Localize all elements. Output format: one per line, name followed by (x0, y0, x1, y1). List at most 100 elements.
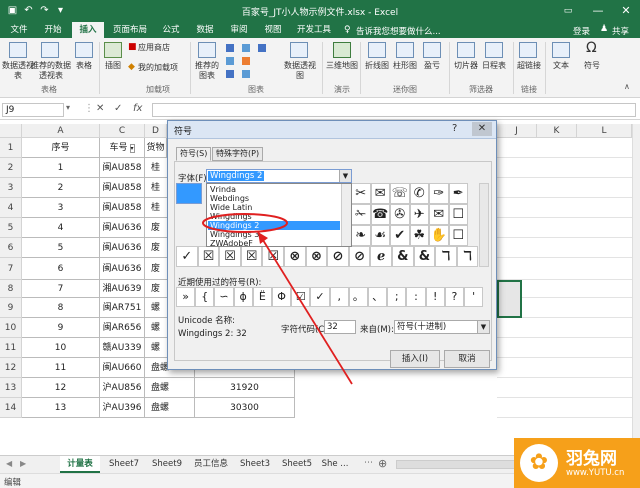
close-button[interactable]: ✕ (612, 2, 640, 20)
cell-plate[interactable]: 闽AU858 (100, 178, 145, 198)
sheet-tab[interactable]: 员工信息 (190, 456, 232, 473)
symbol-cell[interactable]: ☘ (409, 225, 429, 246)
symbol-cell[interactable]: ⊘ (327, 246, 349, 267)
symbol-cell[interactable]: ℯ (370, 246, 392, 267)
recent-symbol-cell[interactable]: Φ (272, 287, 292, 307)
tab-home[interactable]: 开始 (38, 22, 68, 38)
symbol-grid-scrollbar[interactable] (479, 183, 489, 267)
symbol-cell[interactable]: ☐ (448, 204, 468, 225)
cell-plate[interactable]: 闽AU636 (100, 218, 145, 238)
share-button[interactable]: 共享 (612, 25, 629, 37)
symbol-cell[interactable]: ✒ (448, 183, 468, 204)
recent-symbol-cell[interactable]: Ë (252, 287, 272, 307)
header-cell-plate[interactable]: 车号 ▾ (100, 138, 145, 158)
cell-index[interactable]: 9 (22, 318, 100, 338)
waterfall-chart-icon[interactable] (258, 44, 266, 52)
add-sheet-icon[interactable]: ⊕ (378, 457, 387, 470)
cell-index[interactable]: 7 (22, 280, 100, 298)
row-header[interactable]: 2 (0, 158, 22, 178)
hyperlink-button[interactable]: 超链接 (514, 61, 544, 71)
cell-value[interactable]: 31920 (195, 378, 295, 398)
symbol-cell[interactable]: ☏ (390, 183, 410, 204)
vertical-scrollbar[interactable] (632, 124, 640, 454)
recent-symbol-cell[interactable]: ∽ (214, 287, 234, 307)
cell-plate[interactable]: 沪AU396 (100, 398, 145, 418)
cell-plate[interactable]: 湘AU639 (100, 280, 145, 298)
sheet-tab[interactable]: 计量表 (60, 456, 100, 473)
collapse-ribbon-icon[interactable]: ∧ (624, 82, 630, 91)
name-box[interactable]: J9 (2, 103, 64, 117)
cell-plate[interactable]: 闽AU636 (100, 258, 145, 280)
header-cell-index[interactable]: 序号 (22, 138, 100, 158)
sheet-tab[interactable]: She ... (320, 456, 350, 473)
font-list-item[interactable]: Wingdings 2 (208, 221, 340, 230)
row-header[interactable]: 12 (0, 358, 22, 378)
symbol-cell[interactable]: ☒ (197, 246, 220, 267)
symbol-cell[interactable]: ✈ (409, 204, 429, 225)
tab-page-layout[interactable]: 页面布局 (108, 22, 152, 38)
column-header-d[interactable]: D (145, 124, 167, 138)
cancel-entry-icon[interactable]: ✕ (96, 103, 104, 114)
cell-index[interactable]: 3 (22, 198, 100, 218)
map3d-button[interactable]: 三维地图 (326, 61, 358, 71)
symbol-cell[interactable]: ✑ (429, 183, 449, 204)
font-combobox[interactable]: Wingdings 2 ▼ (206, 169, 352, 183)
cell-index[interactable]: 8 (22, 298, 100, 318)
symbol-cell[interactable]: ☒ (240, 246, 263, 267)
font-list-item[interactable]: Wingdings 3 (208, 230, 340, 239)
row-header[interactable]: 9 (0, 298, 22, 318)
header-cell-cargo[interactable]: 货物 (145, 138, 167, 158)
horizontal-scrollbar[interactable] (396, 460, 516, 469)
cell-value[interactable]: 30300 (195, 398, 295, 418)
recent-symbol-cell[interactable]: : (406, 287, 426, 307)
insert-function-button[interactable]: fx (133, 103, 142, 114)
recent-symbol-cell[interactable]: ☑ (291, 287, 311, 307)
cancel-button[interactable]: 取消 (444, 350, 490, 368)
symbol-cell[interactable]: ☙ (370, 225, 390, 246)
sign-in-link[interactable]: 登录 (573, 25, 590, 37)
text-button[interactable]: 文本 (546, 61, 576, 71)
symbol-cell[interactable]: ☎ (370, 204, 390, 225)
select-all-corner[interactable] (0, 124, 22, 138)
symbol-cell[interactable]: ⊗ (305, 246, 328, 267)
symbol-cell[interactable]: ❧ (351, 225, 371, 246)
cell-index[interactable]: 2 (22, 178, 100, 198)
enter-entry-icon[interactable]: ✓ (114, 103, 122, 114)
cell-cargo[interactable]: 盘螺 (145, 398, 195, 418)
more-sheets-icon[interactable]: ⋯ (364, 458, 373, 468)
bar-chart-icon[interactable] (226, 70, 234, 78)
cell-plate[interactable]: 闽AU858 (100, 198, 145, 218)
symbol-cell[interactable]: ✂ (351, 183, 371, 204)
row-header[interactable]: 14 (0, 398, 22, 418)
recent-symbol-cell[interactable]: 、 (368, 287, 388, 307)
symbol-cell[interactable]: ⊗ (284, 246, 306, 267)
next-sheet-icon[interactable]: ▶ (20, 459, 26, 468)
font-list-item[interactable]: Wide Latin (208, 203, 340, 212)
symbol-button[interactable]: 符号 (578, 61, 606, 71)
cell-plate[interactable]: 闽AR656 (100, 318, 145, 338)
cell-index[interactable]: 10 (22, 338, 100, 358)
formula-input[interactable] (152, 103, 636, 117)
insert-button[interactable]: 插入(I) (390, 350, 440, 368)
cell-plate[interactable]: 赣AU339 (100, 338, 145, 358)
font-list-item[interactable]: ZWAdobeF (208, 239, 340, 248)
recent-symbol-cell[interactable]: » (176, 287, 196, 307)
sparkline-line-button[interactable]: 折线图 (362, 61, 392, 71)
recent-symbol-cell[interactable]: ' (464, 287, 484, 307)
from-select[interactable]: 符号(十进制) ▼ (394, 320, 490, 334)
recent-symbol-cell[interactable]: ! (425, 287, 445, 307)
font-dropdown-icon[interactable]: ▼ (339, 170, 351, 182)
row-header[interactable]: 1 (0, 138, 22, 158)
tab-review[interactable]: 审阅 (224, 22, 254, 38)
column-chart-icon[interactable] (226, 44, 234, 52)
tell-me-box[interactable]: 告诉我您想要做什么... (356, 25, 441, 37)
sheet-tab[interactable]: Sheet7 (104, 456, 144, 473)
pie-chart-icon[interactable] (242, 57, 250, 65)
symbol-cell[interactable]: ✓ (176, 246, 198, 267)
symbol-cell[interactable]: ☒ (219, 246, 241, 267)
column-header-l[interactable]: L (577, 124, 632, 138)
cell-plate[interactable]: 闽AU636 (100, 238, 145, 258)
from-dropdown-icon[interactable]: ▼ (477, 321, 489, 333)
char-code-input[interactable]: 32 (324, 320, 356, 334)
cell-index[interactable]: 5 (22, 238, 100, 258)
